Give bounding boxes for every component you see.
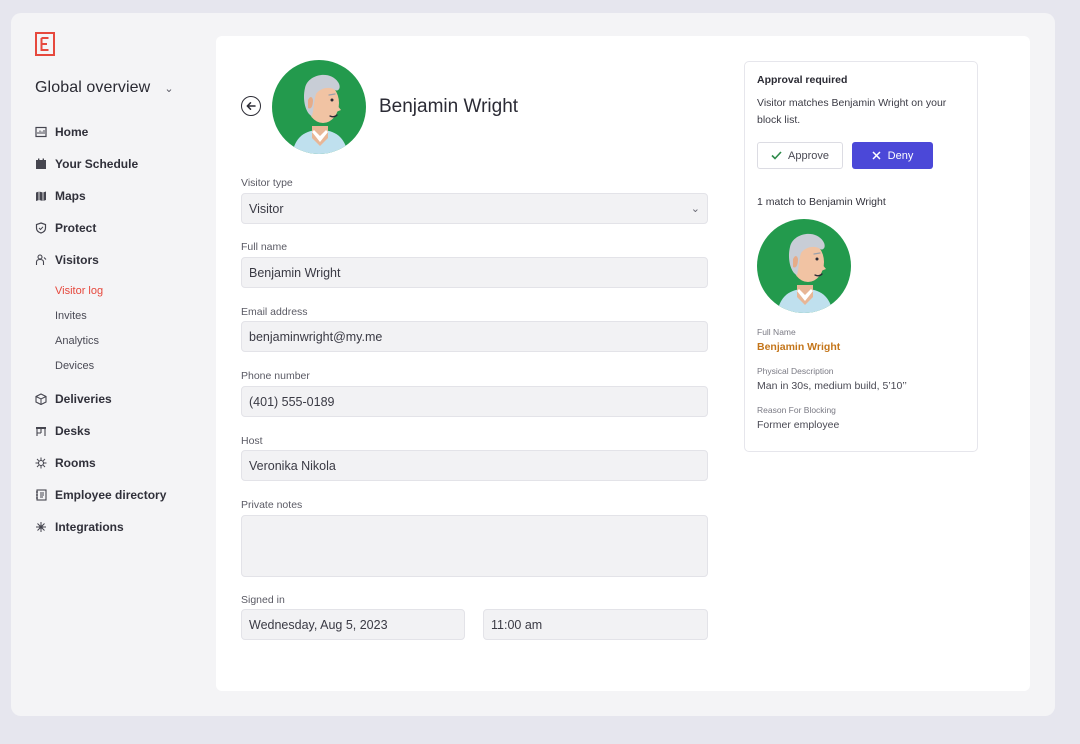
sidebar-item-label: Integrations <box>55 520 124 534</box>
package-icon <box>35 393 47 405</box>
sidebar-item-label: Maps <box>55 189 86 203</box>
host-label: Host <box>241 435 263 447</box>
sidebar-item-desks[interactable]: Desks <box>35 415 205 447</box>
sidebar-item-protect[interactable]: Protect <box>35 212 205 244</box>
check-icon <box>771 151 782 160</box>
shield-icon <box>35 222 47 234</box>
full-name-label: Full name <box>241 241 288 253</box>
signed-in-date-field[interactable]: Wednesday, Aug 5, 2023 <box>241 609 465 640</box>
sidebar-item-label: Protect <box>55 221 97 235</box>
private-notes-label: Private notes <box>241 499 303 511</box>
sidebar-nav: Home Your Schedule Maps Protect Visitors <box>35 116 205 543</box>
envoy-logo[interactable] <box>35 32 55 56</box>
visitor-icon <box>35 254 47 266</box>
sidebar-item-your-schedule[interactable]: Your Schedule <box>35 148 205 180</box>
email-field[interactable]: benjaminwright@my.me <box>241 321 708 352</box>
deny-button[interactable]: Deny <box>852 142 933 169</box>
sidebar-item-visitors[interactable]: Visitors <box>35 244 205 276</box>
sidebar-item-label: Desks <box>55 424 91 438</box>
visitors-subnav: Visitor log Invites Analytics Devices <box>35 278 205 378</box>
visitor-type-value: Visitor <box>249 201 284 216</box>
sidebar-item-integrations[interactable]: Integrations <box>35 511 205 543</box>
directory-icon <box>35 489 47 501</box>
email-label: Email address <box>241 306 308 318</box>
reason-label: Reason For Blocking <box>757 405 836 415</box>
sidebar-item-maps[interactable]: Maps <box>35 180 205 212</box>
close-icon <box>872 151 881 160</box>
phone-label: Phone number <box>241 370 310 382</box>
deny-label: Deny <box>887 149 914 162</box>
org-name: Global overview <box>35 79 151 96</box>
subnav-item-analytics[interactable]: Analytics <box>55 328 205 353</box>
arrow-left-icon <box>246 102 256 110</box>
sidebar-item-employee-directory[interactable]: Employee directory <box>35 479 205 511</box>
page-title: Benjamin Wright <box>379 96 519 117</box>
approval-message: Visitor matches Benjamin Wright on your … <box>757 97 947 126</box>
sidebar-item-label: Rooms <box>55 456 96 470</box>
sidebar-item-label: Visitors <box>55 253 99 267</box>
subnav-item-visitor-log[interactable]: Visitor log <box>55 278 205 303</box>
sidebar-item-label: Employee directory <box>55 488 167 502</box>
visitor-avatar <box>272 60 366 154</box>
calendar-icon <box>35 158 47 170</box>
approve-button[interactable]: Approve <box>757 142 843 169</box>
desk-icon <box>35 425 47 437</box>
sidebar-item-label: Your Schedule <box>55 157 139 171</box>
signed-in-label: Signed in <box>241 594 285 606</box>
subnav-item-invites[interactable]: Invites <box>55 303 205 328</box>
match-full-name-label: Full Name <box>757 327 796 337</box>
rooms-icon <box>35 457 47 469</box>
approve-label: Approve <box>788 149 829 162</box>
sidebar-item-rooms[interactable]: Rooms <box>35 447 205 479</box>
full-name-field[interactable]: Benjamin Wright <box>241 257 708 288</box>
match-count: 1 match to Benjamin Wright <box>757 196 886 208</box>
approval-title: Approval required <box>757 74 848 86</box>
map-icon <box>35 190 47 202</box>
subnav-item-devices[interactable]: Devices <box>55 353 205 378</box>
visitor-type-label: Visitor type <box>241 177 293 189</box>
match-avatar <box>757 219 851 313</box>
visitor-type-select[interactable]: Visitor ⌄ <box>241 193 708 224</box>
match-full-name: Benjamin Wright <box>757 341 841 353</box>
host-field[interactable]: Veronika Nikola <box>241 450 708 481</box>
approval-panel: Approval required Visitor matches Benjam… <box>744 61 978 452</box>
chevron-down-icon: ⌄ <box>690 203 700 215</box>
physical-description: Man in 30s, medium build, 5’10’’ <box>757 380 907 392</box>
app-window: Global overview ⌄ Home Your Schedule Map… <box>11 13 1055 716</box>
private-notes-field[interactable] <box>241 515 708 577</box>
org-switcher[interactable]: Global overview ⌄ <box>35 79 174 97</box>
sidebar-item-deliveries[interactable]: Deliveries <box>35 383 205 415</box>
sidebar-item-label: Home <box>55 125 89 139</box>
home-icon <box>35 126 47 138</box>
sidebar-item-label: Deliveries <box>55 392 112 406</box>
signed-in-time-field[interactable]: 11:00 am <box>483 609 708 640</box>
physical-description-label: Physical Description <box>757 366 834 376</box>
chevron-down-icon: ⌄ <box>164 82 174 95</box>
back-button[interactable] <box>241 96 261 116</box>
phone-field[interactable]: (401) 555-0189 <box>241 386 708 417</box>
visitor-detail-card: Benjamin Wright Visitor type Visitor ⌄ F… <box>216 36 1030 691</box>
sidebar-item-home[interactable]: Home <box>35 116 205 148</box>
block-reason: Former employee <box>757 419 840 431</box>
integrations-icon <box>35 521 47 533</box>
